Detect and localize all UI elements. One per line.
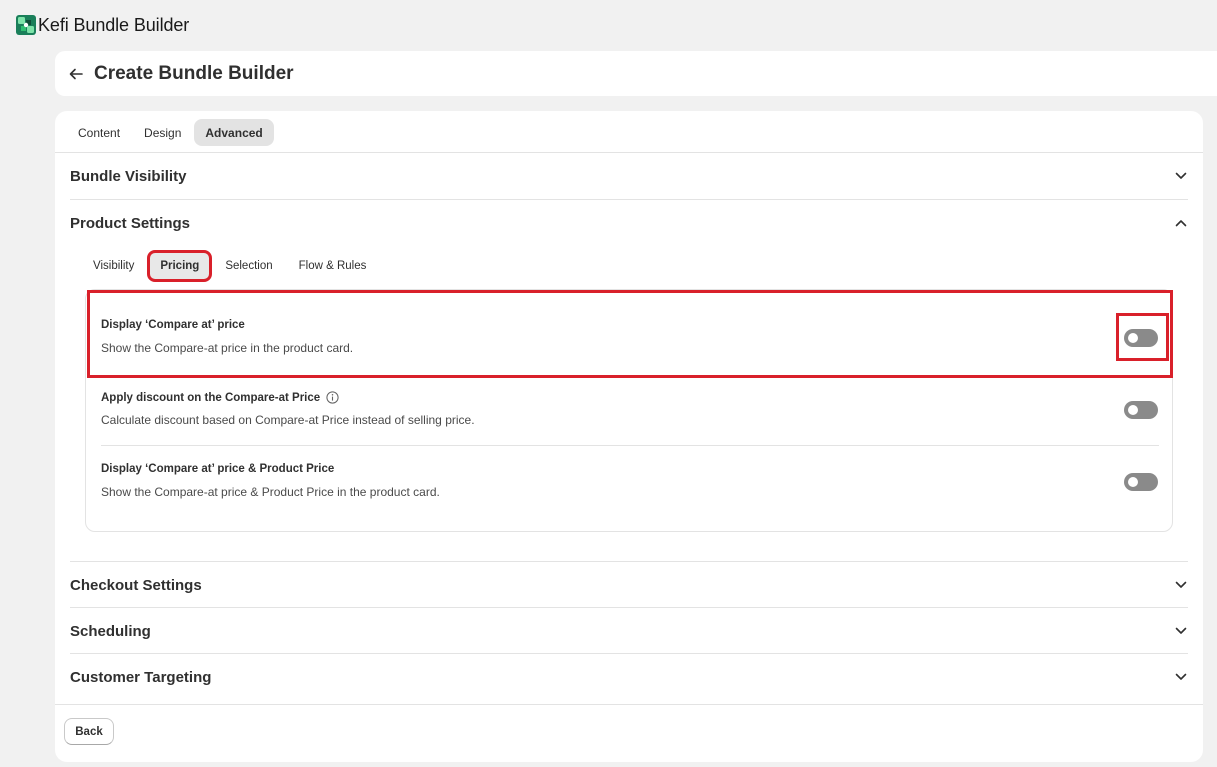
divider: [101, 377, 1159, 378]
section-customer-targeting[interactable]: Customer Targeting: [70, 654, 1188, 700]
toggle-display-compare-at-price[interactable]: [1124, 329, 1158, 347]
divider: [55, 704, 1203, 705]
tab-content[interactable]: Content: [67, 119, 131, 146]
divider: [101, 445, 1159, 446]
kefi-logo-icon: [16, 15, 36, 35]
tab-advanced[interactable]: Advanced: [194, 119, 274, 146]
section-product-settings[interactable]: Product Settings: [70, 200, 1188, 246]
chevron-down-icon: [1174, 169, 1188, 183]
tab-design[interactable]: Design: [133, 119, 192, 146]
app-header: Kefi Bundle Builder: [0, 0, 1217, 50]
chevron-down-icon: [1174, 670, 1188, 684]
toggle-display-compare-at-and-product-price[interactable]: [1124, 473, 1158, 491]
chevron-down-icon: [1174, 578, 1188, 592]
option-apply-discount-compare-at: Apply discount on the Compare-at Price C…: [101, 391, 1159, 463]
section-title: Bundle Visibility: [70, 167, 187, 185]
option-title: Display ‘Compare at’ price & Product Pri…: [101, 463, 335, 475]
chevron-down-icon: [1174, 624, 1188, 638]
option-title: Apply discount on the Compare-at Price: [101, 391, 339, 404]
page-title: Create Bundle Builder: [94, 62, 294, 84]
section-scheduling[interactable]: Scheduling: [70, 608, 1188, 654]
subtab-flow-rules[interactable]: Flow & Rules: [288, 252, 378, 280]
option-display-compare-at-price: Display ‘Compare at’ price Show the Comp…: [101, 319, 1159, 391]
back-button[interactable]: Back: [64, 718, 114, 745]
section-checkout-settings[interactable]: Checkout Settings: [70, 562, 1188, 608]
toggle-knob: [1128, 405, 1138, 415]
info-icon[interactable]: [326, 391, 339, 404]
section-title: Checkout Settings: [70, 576, 202, 594]
option-title: Display ‘Compare at’ price: [101, 319, 245, 331]
option-description: Show the Compare-at price in the product…: [101, 341, 354, 355]
chevron-up-icon: [1174, 216, 1188, 230]
arrow-left-icon[interactable]: [69, 66, 85, 82]
section-bundle-visibility[interactable]: Bundle Visibility: [70, 153, 1188, 199]
option-description: Calculate discount based on Compare-at P…: [101, 413, 475, 427]
option-display-compare-at-and-product-price: Display ‘Compare at’ price & Product Pri…: [101, 463, 1159, 535]
toggle-knob: [1128, 333, 1138, 343]
subtab-selection[interactable]: Selection: [214, 252, 283, 280]
title-bar: Create Bundle Builder: [55, 51, 1217, 96]
subtab-visibility[interactable]: Visibility: [82, 252, 145, 280]
pricing-options-panel: Display ‘Compare at’ price Show the Comp…: [85, 289, 1173, 532]
toggle-knob: [1128, 477, 1138, 487]
section-title: Customer Targeting: [70, 668, 212, 686]
app-title: Kefi Bundle Builder: [38, 14, 190, 35]
section-title: Product Settings: [70, 214, 191, 232]
section-title: Scheduling: [70, 622, 151, 640]
product-settings-tabs: Visibility Pricing Selection Flow & Rule…: [82, 250, 381, 282]
toggle-apply-discount-compare-at[interactable]: [1124, 401, 1158, 419]
top-tabs: Content Design Advanced: [67, 119, 274, 146]
settings-card: Content Design Advanced Bundle Visibilit…: [55, 111, 1203, 762]
option-description: Show the Compare-at price & Product Pric…: [101, 485, 440, 499]
subtab-pricing[interactable]: Pricing: [147, 250, 213, 282]
